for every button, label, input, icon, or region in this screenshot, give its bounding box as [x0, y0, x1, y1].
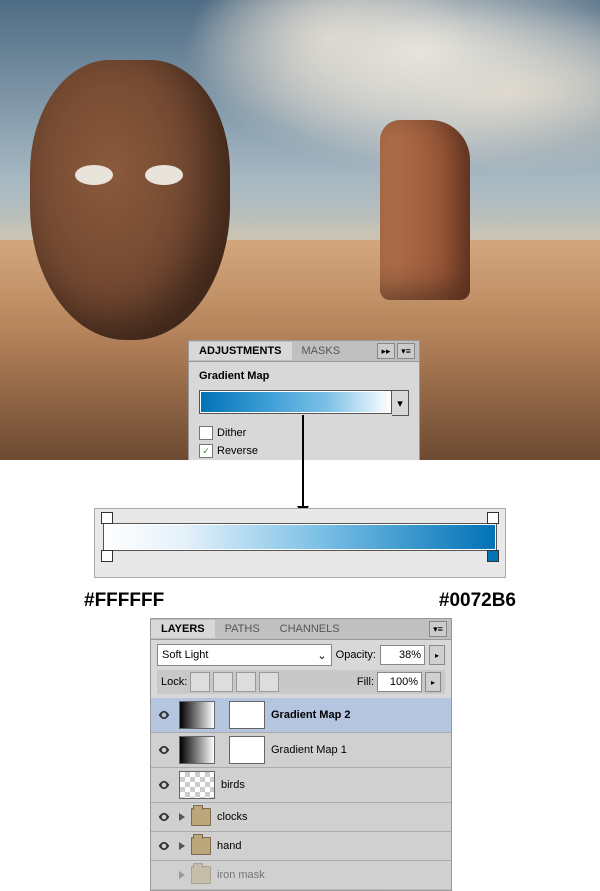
opacity-stop-right[interactable] — [487, 512, 499, 524]
adjustments-panel: ADJUSTMENTS MASKS ▸▸ ▾≡ Gradient Map ▾ D… — [188, 340, 420, 460]
layer-row[interactable]: clocks — [151, 803, 451, 832]
blend-mode-select[interactable]: Soft Light⌄ — [157, 644, 332, 666]
layer-list: Gradient Map 2 Gradient Map 1 birds cloc… — [151, 698, 451, 890]
visibility-toggle[interactable] — [155, 808, 173, 826]
lock-pixels-icon[interactable] — [213, 672, 233, 692]
hand-shape — [380, 120, 470, 300]
layer-name: Gradient Map 2 — [271, 709, 350, 721]
visibility-toggle[interactable] — [155, 866, 173, 884]
layer-name: iron mask — [217, 869, 265, 881]
fill-flyout[interactable]: ▸ — [425, 672, 441, 692]
folder-icon — [191, 808, 211, 826]
layers-panel: LAYERS PATHS CHANNELS ▾≡ Soft Light⌄ Opa… — [150, 618, 452, 891]
color-labels: #FFFFFF #0072B6 — [84, 590, 516, 612]
panel-collapse-icon[interactable]: ▸▸ — [377, 343, 395, 359]
reverse-checkbox[interactable]: ✓ — [199, 444, 213, 458]
layer-row[interactable]: hand — [151, 832, 451, 861]
layer-row[interactable]: birds — [151, 768, 451, 803]
gradient-preview[interactable] — [199, 390, 392, 414]
gradient-editor — [94, 508, 506, 578]
tab-paths[interactable]: PATHS — [215, 620, 270, 638]
tab-channels[interactable]: CHANNELS — [270, 620, 350, 638]
lock-all-icon[interactable] — [259, 672, 279, 692]
layer-row[interactable]: Gradient Map 1 — [151, 733, 451, 768]
opacity-input[interactable]: 38% — [380, 645, 425, 665]
tab-layers[interactable]: LAYERS — [151, 620, 215, 638]
panel-menu-icon[interactable]: ▾≡ — [397, 343, 415, 359]
layer-thumb — [179, 736, 215, 764]
composite-artwork: ADJUSTMENTS MASKS ▸▸ ▾≡ Gradient Map ▾ D… — [0, 0, 600, 460]
layer-name: hand — [217, 840, 241, 852]
reverse-label: Reverse — [217, 445, 258, 457]
layer-row[interactable]: iron mask — [151, 861, 451, 890]
layers-menu-icon[interactable]: ▾≡ — [429, 621, 447, 637]
mask-thumb — [229, 736, 265, 764]
tab-masks[interactable]: MASKS — [292, 342, 351, 360]
color-stop-right[interactable] — [487, 550, 499, 562]
visibility-toggle[interactable] — [155, 741, 173, 759]
layer-name: birds — [221, 779, 245, 791]
disclosure-triangle[interactable] — [179, 842, 185, 850]
layers-tabs: LAYERS PATHS CHANNELS ▾≡ — [151, 619, 451, 640]
layer-thumb — [179, 771, 215, 799]
left-color-label: #FFFFFF — [84, 590, 164, 612]
layer-row[interactable]: Gradient Map 2 — [151, 698, 451, 733]
dither-label: Dither — [217, 427, 246, 439]
disclosure-triangle[interactable] — [179, 871, 185, 879]
opacity-stop-left[interactable] — [101, 512, 113, 524]
folder-icon — [191, 837, 211, 855]
gradient-bar[interactable] — [103, 523, 497, 551]
adjustment-title: Gradient Map — [199, 370, 409, 382]
arrow-annotation — [302, 415, 304, 515]
color-stop-left[interactable] — [101, 550, 113, 562]
mask-thumb — [229, 701, 265, 729]
chevron-down-icon: ⌄ — [317, 649, 326, 662]
layer-name: clocks — [217, 811, 248, 823]
disclosure-triangle[interactable] — [179, 813, 185, 821]
layer-thumb — [179, 701, 215, 729]
fill-input[interactable]: 100% — [377, 672, 422, 692]
lock-position-icon[interactable] — [236, 672, 256, 692]
visibility-toggle[interactable] — [155, 776, 173, 794]
lock-label: Lock: — [161, 676, 187, 688]
folder-icon — [191, 866, 211, 884]
right-color-label: #0072B6 — [439, 590, 516, 612]
visibility-toggle[interactable] — [155, 837, 173, 855]
visibility-toggle[interactable] — [155, 706, 173, 724]
adjustments-tabs: ADJUSTMENTS MASKS ▸▸ ▾≡ — [189, 341, 419, 362]
opacity-flyout[interactable]: ▸ — [429, 645, 445, 665]
dither-checkbox[interactable] — [199, 426, 213, 440]
lock-transparency-icon[interactable] — [190, 672, 210, 692]
layer-name: Gradient Map 1 — [271, 744, 347, 756]
fill-label: Fill: — [357, 676, 374, 688]
gradient-dropdown[interactable]: ▾ — [392, 390, 409, 416]
tab-adjustments[interactable]: ADJUSTMENTS — [189, 342, 292, 360]
stone-mask-head — [30, 60, 230, 340]
opacity-label: Opacity: — [336, 649, 376, 661]
